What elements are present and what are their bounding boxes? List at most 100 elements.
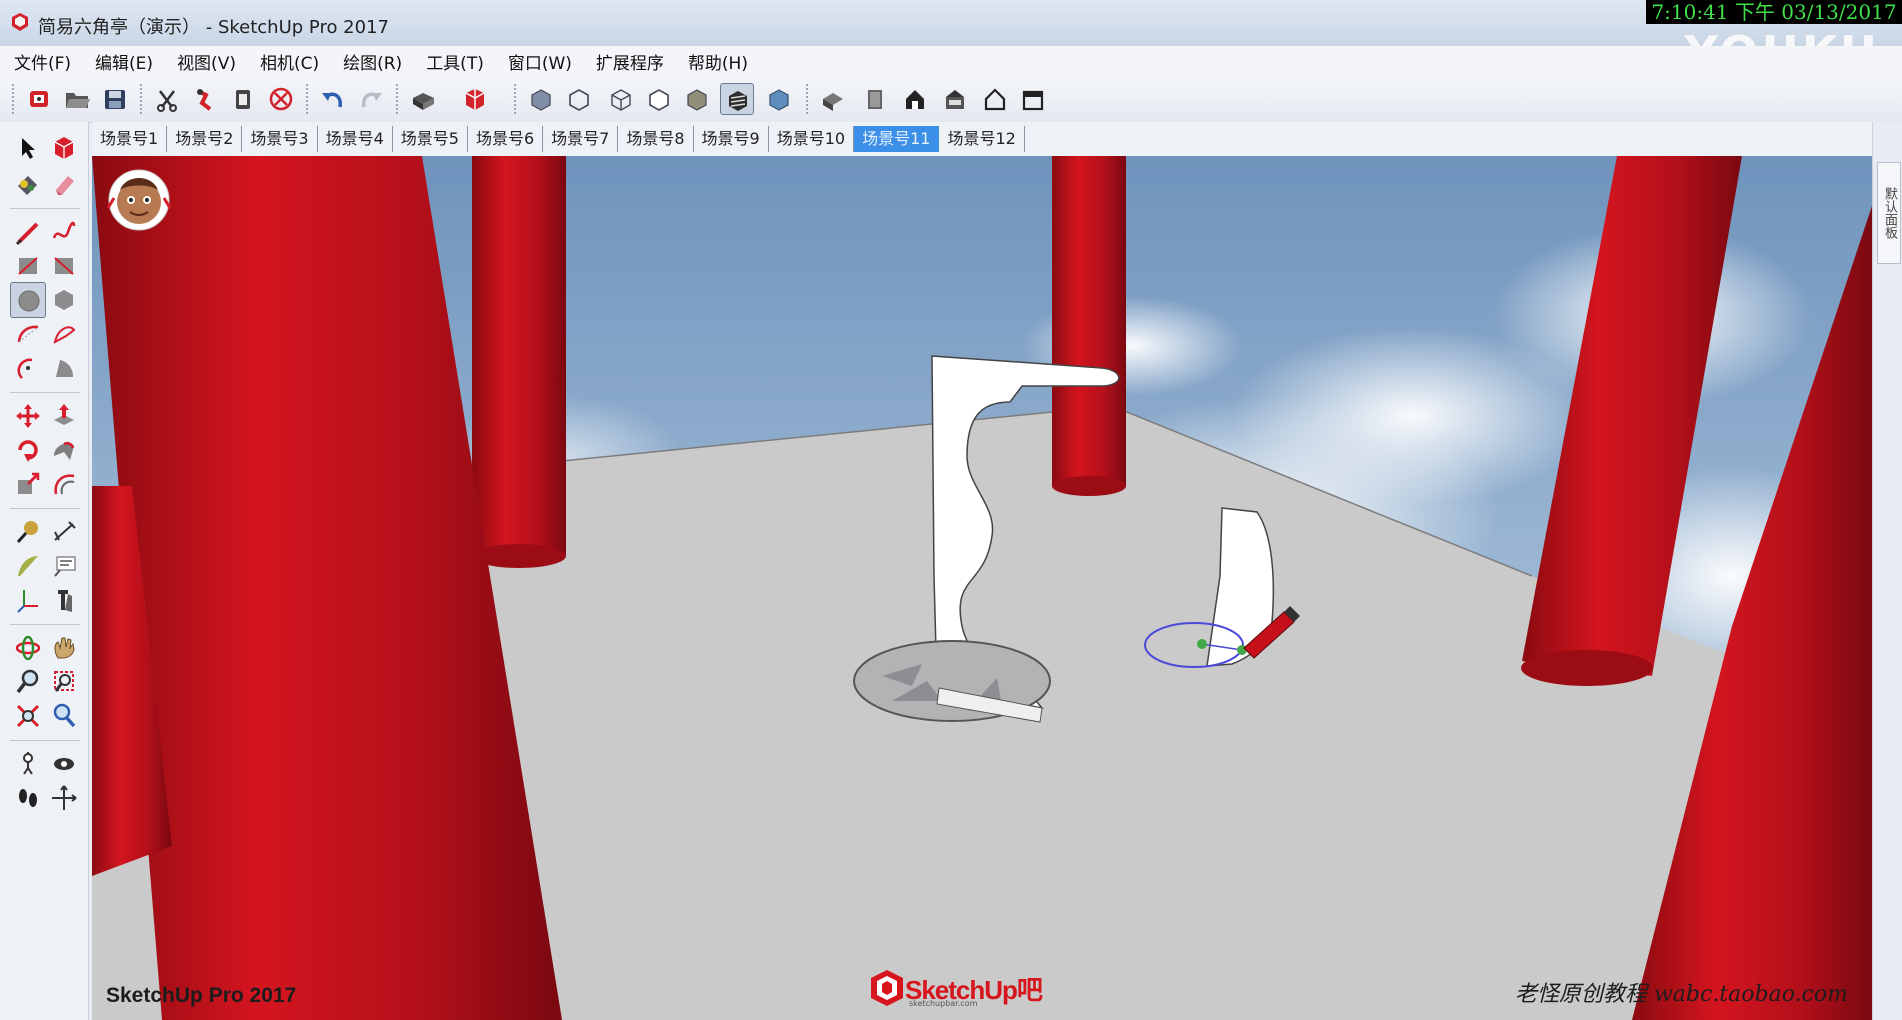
scene-tab[interactable]: 场景号5 [393, 126, 468, 152]
paste-icon[interactable] [226, 83, 260, 115]
scene-tab[interactable]: 场景号12 [939, 126, 1025, 152]
scene-tab[interactable]: 场景号10 [769, 126, 855, 152]
select-tool-icon[interactable] [10, 130, 46, 166]
menu-window[interactable]: 窗口(W) [508, 49, 572, 74]
undo-icon[interactable] [316, 83, 350, 115]
section-plane-tool-icon[interactable] [46, 780, 82, 816]
menu-help[interactable]: 帮助(H) [688, 49, 748, 74]
3d-text-tool-icon[interactable] [46, 582, 82, 618]
freehand-tool-icon[interactable] [46, 214, 82, 250]
scene-tab[interactable]: 场景号6 [468, 126, 544, 152]
previous-view-tool-icon[interactable] [46, 698, 82, 734]
column-base [1521, 650, 1653, 686]
move-tool-icon[interactable] [10, 398, 46, 434]
wireframe-icon[interactable] [604, 83, 638, 115]
column-base [1052, 476, 1126, 496]
title-bar: 简易六角亭（演示） - SketchUp Pro 2017 7:10:41 下午… [0, 0, 1902, 80]
sketchupbar-logo: SketchUp吧 sketchupbar.com [869, 966, 1043, 1014]
zoom-window-tool-icon[interactable] [46, 664, 82, 700]
cut-icon[interactable] [150, 83, 184, 115]
scene-tab[interactable]: 场景号3 [242, 126, 318, 152]
right-view-icon[interactable] [938, 83, 972, 115]
push-pull-tool-icon[interactable] [46, 398, 82, 434]
toolbar-grip[interactable] [514, 84, 520, 114]
shaded-icon[interactable] [680, 83, 714, 115]
paint-bucket-tool-icon[interactable] [10, 166, 46, 202]
scene-canvas[interactable] [92, 156, 1872, 1020]
protractor-tool-icon[interactable] [10, 548, 46, 584]
menu-file[interactable]: 文件(F) [14, 49, 71, 74]
default-tray-tab[interactable]: 默认面板 [1877, 162, 1901, 264]
top-view-icon[interactable] [858, 83, 892, 115]
redo-icon[interactable] [354, 83, 388, 115]
eraser-tool-icon[interactable] [46, 166, 82, 202]
center-point [1197, 639, 1207, 649]
tape-measure-tool-icon[interactable] [10, 514, 46, 550]
scene-tab[interactable]: 场景号9 [694, 126, 769, 152]
scene-tab[interactable]: 场景号1 [92, 126, 168, 152]
offset-tool-icon[interactable] [46, 466, 82, 502]
arc-tool-icon[interactable] [10, 316, 46, 352]
axes-tool-icon[interactable] [10, 582, 46, 618]
open-icon[interactable] [60, 83, 94, 115]
dimension-tool-icon[interactable] [46, 514, 82, 550]
modeling-viewport[interactable]: SketchUp Pro 2017 SketchUp吧 sketchupbar.… [92, 156, 1872, 1020]
backface-icon[interactable] [562, 83, 596, 115]
tool-separator [10, 508, 80, 509]
toolbar-grip[interactable] [12, 84, 18, 114]
scene-tab-active[interactable]: 场景号11 [854, 126, 940, 152]
pie-tool-icon[interactable] [46, 350, 82, 386]
copy-icon[interactable] [188, 83, 222, 115]
scene-tab[interactable]: 场景号4 [318, 126, 393, 152]
line-tool-icon[interactable] [10, 214, 46, 250]
print-icon[interactable] [406, 83, 440, 115]
scene-tab[interactable]: 场景号8 [618, 126, 694, 152]
shaded-textures-icon[interactable] [720, 83, 754, 115]
toolbar-grip[interactable] [140, 84, 146, 114]
zoom-extents-tool-icon[interactable] [10, 698, 46, 734]
rotated-rectangle-tool-icon[interactable] [46, 248, 82, 284]
orbit-tool-icon[interactable] [10, 630, 46, 666]
pan-tool-icon[interactable] [46, 630, 82, 666]
iso-view-icon[interactable] [816, 83, 850, 115]
look-around-tool-icon[interactable] [46, 746, 82, 782]
left-view-icon[interactable] [1016, 83, 1050, 115]
scale-tool-icon[interactable] [10, 466, 46, 502]
erase-icon[interactable] [264, 83, 298, 115]
save-icon[interactable] [98, 83, 132, 115]
tutorial-credit: 老怪原创教程 wabc.taobao.com [1514, 982, 1848, 1007]
polygon-tool-icon[interactable] [46, 282, 82, 318]
scene-tab[interactable]: 场景号2 [167, 126, 243, 152]
circle-tool-icon[interactable] [10, 282, 46, 318]
three-point-arc-tool-icon[interactable] [10, 350, 46, 386]
menu-camera[interactable]: 相机(C) [260, 49, 319, 74]
menu-tools[interactable]: 工具(T) [426, 49, 484, 74]
walk-tool-icon[interactable] [10, 780, 46, 816]
follow-me-tool-icon[interactable] [46, 432, 82, 468]
hidden-line-icon[interactable] [642, 83, 676, 115]
zoom-tool-icon[interactable] [10, 664, 46, 700]
menu-view[interactable]: 视图(V) [177, 49, 236, 74]
menu-extensions[interactable]: 扩展程序 [596, 49, 664, 74]
components-icon[interactable] [458, 83, 492, 115]
rectangle-tool-icon[interactable] [10, 248, 46, 284]
model-info-icon[interactable] [22, 83, 56, 115]
make-component-tool-icon[interactable] [46, 130, 82, 166]
rotate-tool-icon[interactable] [10, 432, 46, 468]
back-view-icon[interactable] [978, 83, 1012, 115]
tool-separator [10, 208, 80, 209]
xray-icon[interactable] [524, 83, 558, 115]
clock-overlay: 7:10:41 下午 03/13/2017 [1646, 0, 1902, 24]
front-view-icon[interactable] [898, 83, 932, 115]
menu-edit[interactable]: 编辑(E) [95, 49, 153, 74]
two-point-arc-tool-icon[interactable] [46, 316, 82, 352]
scene-tab[interactable]: 场景号7 [543, 126, 619, 152]
toolbar-grip[interactable] [396, 84, 402, 114]
position-camera-tool-icon[interactable] [10, 746, 46, 782]
menu-draw[interactable]: 绘图(R) [343, 49, 402, 74]
monochrome-icon[interactable] [762, 83, 796, 115]
red-column [1052, 156, 1126, 486]
text-tool-icon[interactable] [46, 548, 82, 584]
toolbar-grip[interactable] [306, 84, 312, 114]
toolbar-grip[interactable] [806, 84, 812, 114]
